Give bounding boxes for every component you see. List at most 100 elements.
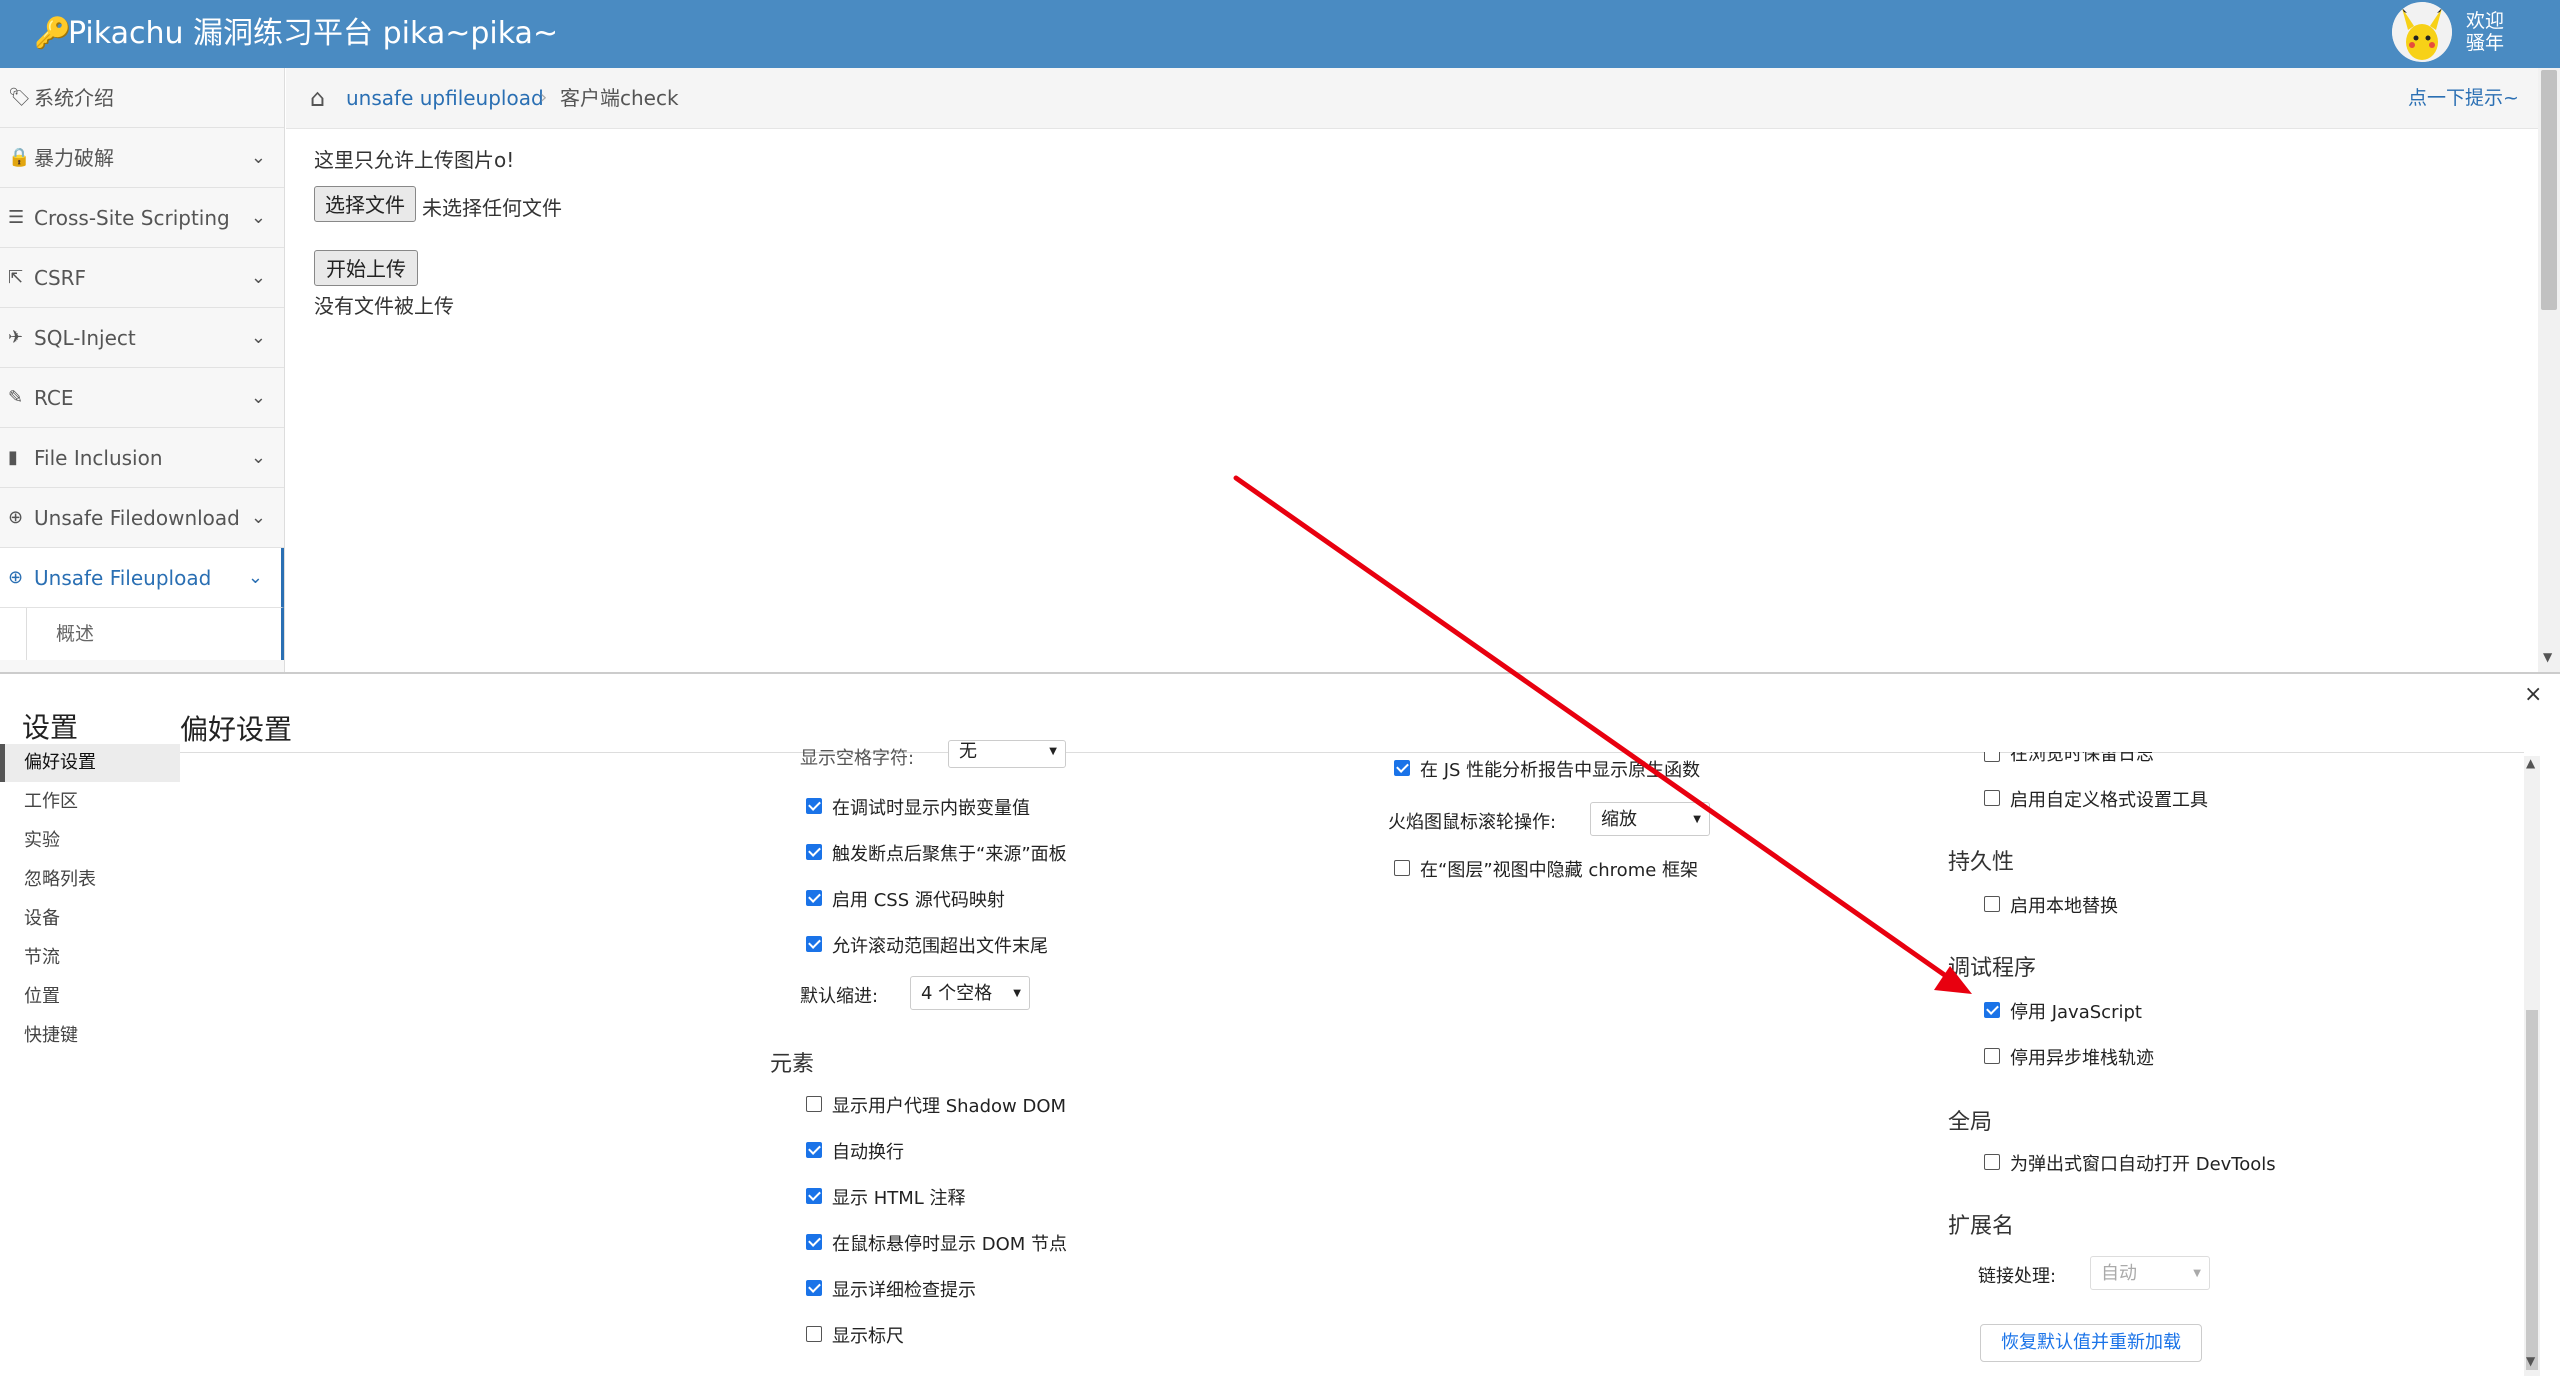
checkbox[interactable] <box>806 936 822 952</box>
checkbox-label: 停用 JavaScript <box>2010 1002 2142 1023</box>
sidebar-subitem-overview[interactable]: 概述 <box>0 608 284 660</box>
app-brand[interactable]: 🔑Pikachu 漏洞练习平台 pika~pika~ <box>34 0 558 68</box>
upload-intro: 这里只允许上传图片o! <box>314 148 515 172</box>
checkbox-label: 在鼠标悬停时显示 DOM 节点 <box>832 1234 1068 1255</box>
checkbox-label: 自动换行 <box>832 1142 904 1163</box>
sidebar-item-label: Unsafe Filedownload <box>34 506 240 530</box>
select-value: 无 <box>959 741 977 762</box>
sidebar-item-label: Unsafe Fileupload <box>34 566 212 590</box>
settings-nav-ignore-list[interactable]: 忽略列表 <box>0 861 180 899</box>
sidebar-item-xss[interactable]: ☰ Cross-Site Scripting ⌄ <box>0 188 284 248</box>
settings-nav-throttling[interactable]: 节流 <box>0 939 180 977</box>
choose-file-button[interactable]: 选择文件 <box>314 186 416 222</box>
checkbox[interactable] <box>1984 1154 2000 1170</box>
settings-nav-devices[interactable]: 设备 <box>0 900 180 938</box>
whitespace-select[interactable]: 无 ▼ <box>948 740 1066 768</box>
nav-label: 位置 <box>24 986 60 1007</box>
nav-label: 偏好设置 <box>24 752 96 773</box>
dropdown-icon: ▼ <box>1693 814 1701 825</box>
nav-label: 工作区 <box>24 791 78 812</box>
list-icon: ☰ <box>8 207 25 228</box>
sidebar-item-sqli[interactable]: ✈ SQL-Inject ⌄ <box>0 308 284 368</box>
settings-nav-locations[interactable]: 位置 <box>0 978 180 1016</box>
checkbox[interactable] <box>806 844 822 860</box>
checkbox[interactable] <box>806 1142 822 1158</box>
checkbox-label: 显示用户代理 Shadow DOM <box>832 1096 1067 1117</box>
checkbox[interactable] <box>806 798 822 814</box>
checkbox[interactable] <box>1394 760 1410 776</box>
extensions-section-heading: 扩展名 <box>1948 1214 2015 1239</box>
sidebar-item-fileupload[interactable]: ⊕ Unsafe Fileupload ⌄ <box>0 548 284 608</box>
checkbox[interactable] <box>1984 896 2000 912</box>
settings-title: 设置 <box>22 711 79 744</box>
close-icon[interactable]: × <box>2524 682 2542 707</box>
upload-icon: ⊕ <box>8 567 24 588</box>
sidebar-item-intro[interactable]: 🏷 系统介绍 <box>0 68 284 128</box>
disable-javascript-checkbox[interactable] <box>1984 1002 2000 1018</box>
settings-nav-experiments[interactable]: 实验 <box>0 822 180 860</box>
checkbox-label: 为弹出式窗口自动打开 DevTools <box>2010 1154 2276 1175</box>
chevron-down-icon: ⌄ <box>250 147 266 168</box>
sidebar-item-label: 系统介绍 <box>34 86 114 110</box>
welcome-text[interactable]: 欢迎 骚年 <box>2466 10 2504 54</box>
settings-nav-shortcuts[interactable]: 快捷键 <box>0 1017 180 1055</box>
breadcrumb-current: 客户端check <box>560 86 679 110</box>
checkbox[interactable] <box>806 890 822 906</box>
settings-scrollbar-thumb[interactable] <box>2526 1010 2538 1370</box>
sidebar-item-file-inclusion[interactable]: ▮ File Inclusion ⌄ <box>0 428 284 488</box>
home-icon[interactable]: ⌂ <box>310 68 325 128</box>
page-title: 偏好设置 <box>180 713 293 746</box>
avatar[interactable] <box>2392 2 2452 62</box>
sidebar-item-filedownload[interactable]: ⊕ Unsafe Filedownload ⌄ <box>0 488 284 548</box>
sidebar-item-label: Cross-Site Scripting <box>34 206 230 230</box>
checkbox-label: 在“图层”视图中隐藏 chrome 框架 <box>1420 860 1699 881</box>
chevron-down-icon: ⌄ <box>250 327 266 348</box>
select-value: 4 个空格 <box>921 983 993 1004</box>
checkbox-label: 启用 CSS 源代码映射 <box>832 890 1005 911</box>
dropdown-icon: ▼ <box>2193 1268 2201 1279</box>
checkbox[interactable] <box>806 1096 822 1112</box>
checkbox-label: 启用自定义格式设置工具 <box>2010 790 2208 811</box>
checkbox[interactable] <box>1394 860 1410 876</box>
no-file-chosen-text: 未选择任何文件 <box>422 196 562 220</box>
scroll-down-icon[interactable]: ▼ <box>2543 650 2552 664</box>
scroll-down-icon[interactable]: ▼ <box>2526 1354 2535 1368</box>
breadcrumb-link[interactable]: unsafe upfileupload <box>346 68 544 128</box>
elements-section-heading: 元素 <box>770 1052 815 1077</box>
link-handling-select[interactable]: 自动 ▼ <box>2090 1256 2210 1290</box>
checkbox[interactable] <box>1984 1048 2000 1064</box>
restore-defaults-button[interactable]: 恢复默认值并重新加载 <box>1980 1324 2202 1362</box>
upload-status: 没有文件被上传 <box>314 294 454 318</box>
sidebar-item-bruteforce[interactable]: 🔒 暴力破解 ⌄ <box>0 128 284 188</box>
chevron-down-icon: ⌄ <box>250 267 266 288</box>
page-scrollbar-thumb[interactable] <box>2541 70 2557 310</box>
sidebar-subitem-label: 概述 <box>56 623 95 645</box>
share-icon: ⇱ <box>8 267 24 288</box>
checkbox[interactable] <box>806 1326 822 1342</box>
checkbox[interactable] <box>1984 790 2000 806</box>
indent-label: 默认缩进: <box>800 986 879 1007</box>
checkbox-label: 在浏览时保留日志 <box>2010 752 2154 765</box>
welcome-line-1: 欢迎 <box>2466 10 2505 32</box>
flame-chart-select[interactable]: 缩放 ▼ <box>1590 802 1710 836</box>
upload-button[interactable]: 开始上传 <box>314 250 418 286</box>
checkbox[interactable] <box>806 1234 822 1250</box>
tag-icon: 🏷 <box>8 87 31 108</box>
checkbox[interactable] <box>1984 752 2000 762</box>
hint-link[interactable]: 点一下提示~ <box>2408 68 2519 128</box>
checkbox[interactable] <box>806 1188 822 1204</box>
scroll-up-icon[interactable]: ▲ <box>2526 756 2535 770</box>
settings-nav-preferences[interactable]: 偏好设置 <box>0 744 180 782</box>
checkbox-label: 在 JS 性能分析报告中显示原生函数 <box>1420 760 1701 781</box>
app-title: Pikachu 漏洞练习平台 pika~pika~ <box>68 16 559 51</box>
chevron-down-icon: ⌄ <box>250 387 266 408</box>
settings-nav-workspace[interactable]: 工作区 <box>0 783 180 821</box>
checkbox-label: 允许滚动范围超出文件末尾 <box>832 936 1048 957</box>
file-icon: ▮ <box>8 447 18 468</box>
checkbox[interactable] <box>806 1280 822 1296</box>
indent-select[interactable]: 4 个空格 ▼ <box>910 976 1030 1010</box>
sidebar-item-label: SQL-Inject <box>34 326 136 350</box>
sidebar-item-rce[interactable]: ✎ RCE ⌄ <box>0 368 284 428</box>
select-value: 缩放 <box>1601 809 1637 830</box>
sidebar-item-csrf[interactable]: ⇱ CSRF ⌄ <box>0 248 284 308</box>
